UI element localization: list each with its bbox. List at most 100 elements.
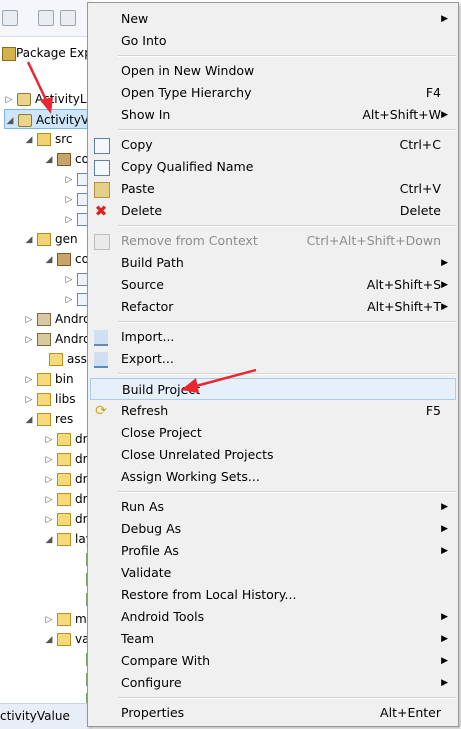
expand-toggle-icon[interactable]: ▷ [44,450,54,470]
expand-toggle-icon[interactable]: ▷ [44,490,54,510]
package-icon [57,253,71,266]
menu-item-show-in[interactable]: Show In Alt+Shift+W ▶ [90,104,456,126]
expand-toggle-icon[interactable]: ◢ [44,630,54,650]
expand-toggle-icon[interactable]: ▷ [24,330,34,350]
tree-item-label: dr [75,512,88,526]
menu-item-paste[interactable]: Paste Ctrl+V [90,178,456,200]
menu-item-close-project[interactable]: Close Project [90,422,456,444]
menu-item-source[interactable]: Source Alt+Shift+S ▶ [90,274,456,296]
expand-toggle-icon[interactable]: ◢ [24,410,34,430]
menu-item-compare-with[interactable]: Compare With ▶ [90,650,456,672]
expand-toggle-icon[interactable]: ▷ [44,510,54,530]
menu-item-label: Properties [121,705,185,720]
tree-item[interactable]: ▷ dr [44,489,88,509]
expand-toggle-icon[interactable]: ▷ [64,170,74,190]
expand-toggle-icon[interactable]: ◢ [24,230,34,250]
expand-toggle-icon[interactable]: ▷ [24,390,34,410]
tree-item[interactable]: ▷ ActivityLi [4,89,90,109]
tree-item[interactable]: ▷ Andro [24,329,90,349]
new-wizard-icon[interactable] [2,10,18,26]
menu-item-open-type-hierarchy[interactable]: Open Type Hierarchy F4 [90,82,456,104]
menu-item-shortcut: Ctrl+V [399,181,441,196]
tree-item[interactable]: ◢ src [24,129,73,149]
menu-item-refresh[interactable]: ⟳ Refresh F5 [90,400,456,422]
expand-toggle-icon[interactable]: ▷ [64,270,74,290]
menu-item-team[interactable]: Team ▶ [90,628,456,650]
menu-item-open-in-new-window[interactable]: Open in New Window [90,60,456,82]
menu-item-label: Profile As [121,543,179,558]
expand-toggle-icon[interactable]: ◢ [5,111,15,131]
tree-item[interactable]: ◢ ActivityV [4,109,91,131]
expand-toggle-icon[interactable]: ▷ [64,290,74,310]
tree-item[interactable]: ▷ dr [44,449,88,469]
save-icon[interactable] [38,10,54,26]
tree-item[interactable]: ▷ libs [24,389,76,409]
folder-icon [57,473,71,486]
menu-item-close-unrelated-projects[interactable]: Close Unrelated Projects [90,444,456,466]
menu-item-copy[interactable]: Copy Ctrl+C [90,134,456,156]
expand-toggle-icon[interactable]: ◢ [24,130,34,150]
submenu-arrow-icon: ▶ [441,612,448,622]
tree-item[interactable]: ◢ lay [44,529,92,549]
expand-toggle-icon[interactable]: ◢ [44,150,54,170]
expand-toggle-icon[interactable]: ▷ [64,210,74,230]
menu-item-run-as[interactable]: Run As ▶ [90,496,456,518]
folder-icon [49,353,63,366]
menu-item-label: Debug As [121,521,182,536]
tree-item[interactable]: ▷ dr [44,469,88,489]
tree-item[interactable]: ◢ co [44,249,89,269]
menu-item-delete[interactable]: ✖ Delete Delete [90,200,456,222]
tree-item[interactable]: asset [36,349,92,369]
menu-item-restore-from-local-history[interactable]: Restore from Local History... [90,584,456,606]
menu-item-validate[interactable]: Validate [90,562,456,584]
submenu-arrow-icon: ▶ [441,524,448,534]
menu-item-new[interactable]: New ▶ [90,8,456,30]
submenu-arrow-icon: ▶ [441,656,448,666]
tree-item-label: Andro [55,332,91,346]
expand-toggle-icon[interactable]: ▷ [44,470,54,490]
menu-item-configure[interactable]: Configure ▶ [90,672,456,694]
folder-icon [37,393,51,406]
menu-item-debug-as[interactable]: Debug As ▶ [90,518,456,540]
tree-item[interactable]: ▷ m [44,609,87,629]
submenu-arrow-icon: ▶ [441,14,448,24]
menu-item-profile-as[interactable]: Profile As ▶ [90,540,456,562]
menu-item-build-path[interactable]: Build Path ▶ [90,252,456,274]
expand-toggle-icon[interactable]: ▷ [44,430,54,450]
package-explorer-tab[interactable]: Package Exp [0,40,92,66]
menu-item-export[interactable]: Export... [90,348,456,370]
menu-item-build-project[interactable]: Build Project [90,378,456,400]
menu-item-android-tools[interactable]: Android Tools ▶ [90,606,456,628]
tree-item[interactable]: ◢ co [44,149,89,169]
submenu-arrow-icon: ▶ [441,110,448,120]
tree-item[interactable]: ◢ va [44,629,89,649]
expand-toggle-icon[interactable]: ▷ [64,190,74,210]
tree-item[interactable]: ◢ gen [24,229,78,249]
expand-toggle-icon[interactable]: ▷ [24,370,34,390]
expand-toggle-icon[interactable]: ◢ [44,250,54,270]
package-explorer-title: Package Exp [16,46,92,60]
expand-toggle-icon[interactable]: ▷ [44,610,54,630]
tree-item[interactable]: ▷ dr [44,509,88,529]
menu-item-refactor[interactable]: Refactor Alt+Shift+T ▶ [90,296,456,318]
expand-toggle-icon[interactable]: ◢ [44,530,54,550]
menu-item-properties[interactable]: Properties Alt+Enter [90,702,456,724]
tree-item-label: ActivityV [36,113,90,127]
menu-item-import[interactable]: Import... [90,326,456,348]
menu-item-go-into[interactable]: Go Into [90,30,456,52]
save-all-icon[interactable] [60,10,76,26]
menu-item-copy-qualified-name[interactable]: Copy Qualified Name [90,156,456,178]
menu-item-label: Paste [121,181,155,196]
tree-item[interactable]: ▷ bin [24,369,74,389]
tree-item-label: src [55,132,73,146]
expand-toggle-icon[interactable]: ▷ [4,90,14,110]
expand-toggle-icon[interactable]: ▷ [24,310,34,330]
menu-item-label: Remove from Context [121,233,258,248]
tree-item[interactable]: ◢ res [24,409,73,429]
source-folder-icon [37,133,51,146]
menu-separator [118,373,456,375]
folder-icon [57,513,71,526]
tree-item[interactable]: ▷ dr [44,429,88,449]
tree-item[interactable]: ▷ Andro [24,309,90,329]
menu-item-assign-working-sets[interactable]: Assign Working Sets... [90,466,456,488]
